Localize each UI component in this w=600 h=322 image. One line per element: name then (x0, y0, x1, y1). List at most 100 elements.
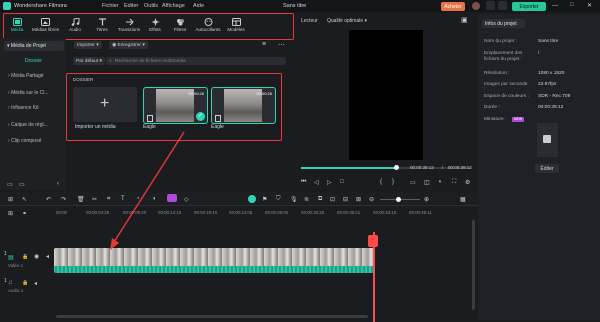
tab-audio[interactable]: Audio (62, 14, 88, 39)
tab-templates[interactable]: Modèles (223, 14, 249, 39)
audio-track-icon: ♫ (8, 280, 13, 286)
media-clip-card[interactable]: 00:00:26 (211, 87, 276, 124)
camera-icon[interactable]: ◫ (424, 179, 430, 186)
link-icon[interactable]: ⊠ (356, 196, 361, 203)
maximize-icon[interactable]: □ (570, 2, 574, 8)
sidebar-item-compound-clip[interactable]: › Clip composé (4, 138, 68, 148)
shield-icon[interactable]: ⛉ (276, 196, 281, 203)
cloud-icon[interactable] (486, 1, 495, 10)
close-icon[interactable]: ✕ (587, 2, 592, 9)
tab-media-label: Média (10, 27, 24, 32)
link-tracks-icon[interactable]: ⚭ (22, 210, 27, 217)
lock-icon[interactable]: 🔒 (22, 254, 28, 260)
tab-effects[interactable]: Effets (142, 14, 168, 39)
menu-edit[interactable]: Editer (124, 3, 138, 9)
preview-scrubber-handle[interactable] (393, 165, 399, 170)
tab-titles[interactable]: Titres (89, 14, 115, 39)
more-icon[interactable]: ⋯ (278, 41, 285, 49)
prev-frame-icon[interactable]: ⏮ (301, 179, 306, 186)
layout-icon[interactable] (498, 1, 507, 10)
audio-mix-icon[interactable]: ≋ (304, 196, 309, 203)
eye-icon[interactable]: ◉ (34, 253, 39, 260)
play-icon[interactable]: ▷ (327, 179, 332, 186)
step-back-icon[interactable]: ◁ (314, 179, 319, 186)
undo-icon[interactable]: ↶ (46, 196, 51, 203)
sidebar-folder[interactable]: Dossier (25, 58, 42, 64)
volume-icon[interactable]: ◖ (438, 179, 442, 185)
zoom-in-icon[interactable]: ⊕ (424, 196, 429, 203)
clip-duration: 00:00:26 (188, 91, 204, 96)
filter-list-icon[interactable]: ≡ (262, 41, 266, 48)
tab-transitions[interactable]: Transitions (116, 14, 142, 39)
avatar[interactable] (472, 2, 480, 10)
audio-speaker-icon[interactable]: ◂ (34, 280, 37, 287)
video-player[interactable] (349, 30, 423, 160)
import-media-card[interactable]: + (73, 87, 137, 122)
resolution-label: Résolution : (484, 71, 510, 76)
delete-icon[interactable]: 🗑 (77, 196, 85, 203)
ripple-icon[interactable]: ⊟ (343, 196, 348, 203)
search-placeholder: Recherche de fichiers multimédia (114, 58, 186, 64)
tab-stickers[interactable]: Autocollants (195, 14, 221, 39)
menu-help[interactable]: Aide (193, 3, 204, 9)
record-button[interactable]: ◉ Enregistrer ▾ (109, 41, 148, 49)
sort-dropdown[interactable]: Par défaut ▾ (73, 57, 105, 65)
folder-icon[interactable]: ▭ (19, 181, 25, 188)
pointer-icon[interactable]: ↖ (22, 196, 27, 203)
sidebar-item-cloud-media[interactable]: › Média sur le Cl... (4, 90, 68, 100)
menu-file[interactable]: Fichier (102, 3, 119, 9)
filters-icon (176, 19, 184, 26)
collapse-icon[interactable]: ‹ (57, 181, 59, 187)
tab-media[interactable]: Média (4, 14, 30, 39)
monitor-icon[interactable]: ▭ (410, 179, 416, 186)
mic-icon[interactable]: 🎙 (290, 196, 298, 203)
media-clip-card[interactable]: 00:00:26 ✓ (143, 87, 208, 124)
tab-audio-label: Audio (69, 27, 81, 32)
search-input[interactable]: ⌕ Recherche de fichiers multimédia (106, 57, 286, 65)
menu-tools[interactable]: Outils (144, 3, 158, 9)
audio-lock-icon[interactable]: 🔒 (22, 280, 28, 286)
speaker-icon[interactable]: ◂ (46, 253, 49, 260)
thumbnail-preview[interactable] (537, 123, 558, 157)
clip-name: Eagle (211, 124, 224, 130)
buy-button[interactable]: Acheter (441, 2, 465, 11)
new-folder-icon[interactable]: ▭ (7, 181, 13, 188)
sidebar-item-label: Influence Kit (11, 105, 39, 111)
pip-icon[interactable]: ⧉ (318, 196, 322, 203)
stop-icon[interactable]: □ (340, 179, 344, 185)
minimize-icon[interactable]: — (552, 3, 558, 9)
vertical-scrollbar[interactable] (472, 220, 475, 310)
tab-filters[interactable]: Filtres (167, 14, 193, 39)
add-track-icon[interactable]: ⊞ (8, 210, 13, 217)
render-icon[interactable] (248, 195, 256, 203)
import-button[interactable]: Importer ▾ (74, 41, 102, 49)
mark-in-icon[interactable]: { (380, 179, 382, 185)
playhead[interactable] (373, 232, 375, 322)
tab-stock-media[interactable]: Médias libres (32, 14, 59, 39)
quality-dropdown[interactable]: Qualité optimale ▾ (327, 18, 367, 24)
marker-icon[interactable]: ⚑ (262, 196, 267, 203)
horizontal-scrollbar[interactable] (56, 315, 368, 318)
zoom-out-icon[interactable]: ⊖ (369, 196, 374, 203)
edit-thumbnail-icon (543, 135, 551, 143)
sidebar-item-influence-kit[interactable]: › Influence Kit (4, 105, 68, 115)
edit-thumbnail-button[interactable]: Éditer (535, 164, 559, 173)
layout-grid-icon[interactable]: ⊞ (8, 196, 13, 203)
duration-value: 00:00:39:12 (538, 105, 564, 110)
fullscreen-icon[interactable]: ⛶ (452, 179, 456, 186)
tab-project-info[interactable]: Infos du projet (482, 19, 525, 28)
settings-icon[interactable]: ⚙ (465, 179, 470, 186)
menu-view[interactable]: Affichage (162, 3, 185, 9)
timeline-layout-icon[interactable]: ▦ (460, 196, 466, 203)
sidebar-item-adjustment-layer[interactable]: › Calque de régl... (4, 122, 68, 132)
mark-out-icon[interactable]: } (392, 179, 394, 185)
export-button[interactable]: Exporter (512, 2, 546, 11)
sidebar-item-project-media[interactable]: ▾ Média de Projet (4, 41, 64, 51)
zoom-slider-handle[interactable] (396, 197, 401, 202)
snapshot-icon[interactable]: ▣ (461, 16, 468, 24)
split-icon[interactable]: ✂ (92, 196, 97, 203)
snap-icon[interactable]: ⊡ (330, 196, 335, 203)
ruler-tick: 00:00:19:10 (194, 210, 218, 215)
redo-icon[interactable]: ↷ (61, 196, 66, 203)
sidebar-item-shared-media[interactable]: › Média Partagé (4, 73, 68, 83)
